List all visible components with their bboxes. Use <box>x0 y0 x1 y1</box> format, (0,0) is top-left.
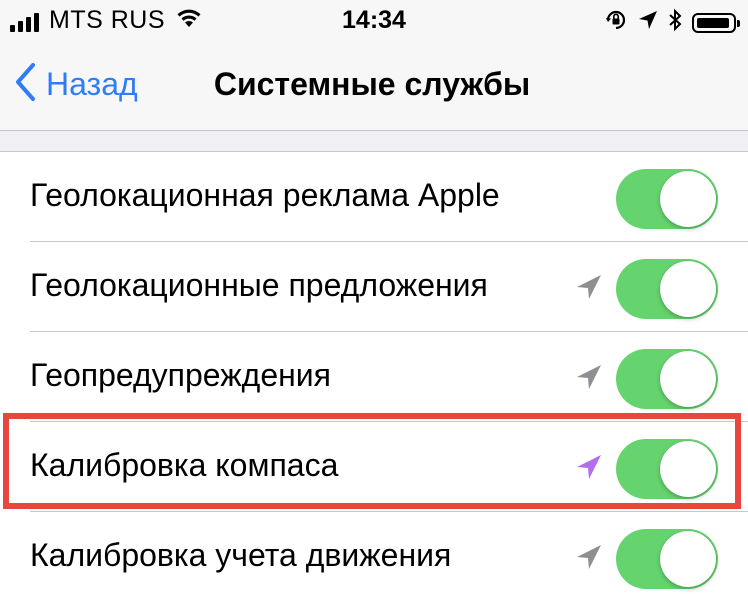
toggle-knob <box>660 441 716 497</box>
toggle-knob <box>660 351 716 407</box>
battery-icon <box>692 12 740 33</box>
toggle-switch[interactable] <box>616 349 718 409</box>
toggle-switch[interactable] <box>616 169 718 229</box>
row-label: Калибровка компаса <box>30 447 339 483</box>
toggle-knob <box>660 261 716 317</box>
toggle-knob <box>660 531 716 587</box>
bluetooth-icon <box>668 8 682 37</box>
location-icon <box>638 10 658 35</box>
section-spacer <box>0 131 748 152</box>
list-item: Геолокационная реклама Apple <box>0 152 748 242</box>
list-item: Геолокационные предложения <box>0 242 748 332</box>
orientation-lock-icon <box>604 8 628 37</box>
location-arrow-icon <box>574 452 604 482</box>
page-title-text: Системные службы <box>213 66 531 102</box>
row-label: Калибровка учета движения <box>30 537 452 573</box>
status-bar: MTS RUS 14:34 <box>0 0 748 42</box>
location-arrow-icon <box>574 362 604 392</box>
settings-list: Геолокационная реклама Apple Геолокацион… <box>0 152 748 602</box>
navigation-bar: Назад Системные службы <box>0 42 748 131</box>
row-label: Геолокационная реклама Apple <box>30 177 500 213</box>
toggle-switch[interactable] <box>616 529 718 589</box>
status-right <box>604 8 740 37</box>
row-label: Геолокационные предложения <box>30 267 488 303</box>
location-arrow-icon <box>574 272 604 302</box>
toggle-switch[interactable] <box>616 259 718 319</box>
page-title: Системные службы <box>0 66 748 103</box>
location-arrow-icon <box>574 542 604 572</box>
list-item: Калибровка компаса <box>0 422 748 512</box>
list-item: Калибровка учета движения <box>0 512 748 602</box>
row-label: Геопредупреждения <box>30 357 331 393</box>
list-item: Геопредупреждения <box>0 332 748 422</box>
toggle-switch[interactable] <box>616 439 718 499</box>
toggle-knob <box>660 171 716 227</box>
